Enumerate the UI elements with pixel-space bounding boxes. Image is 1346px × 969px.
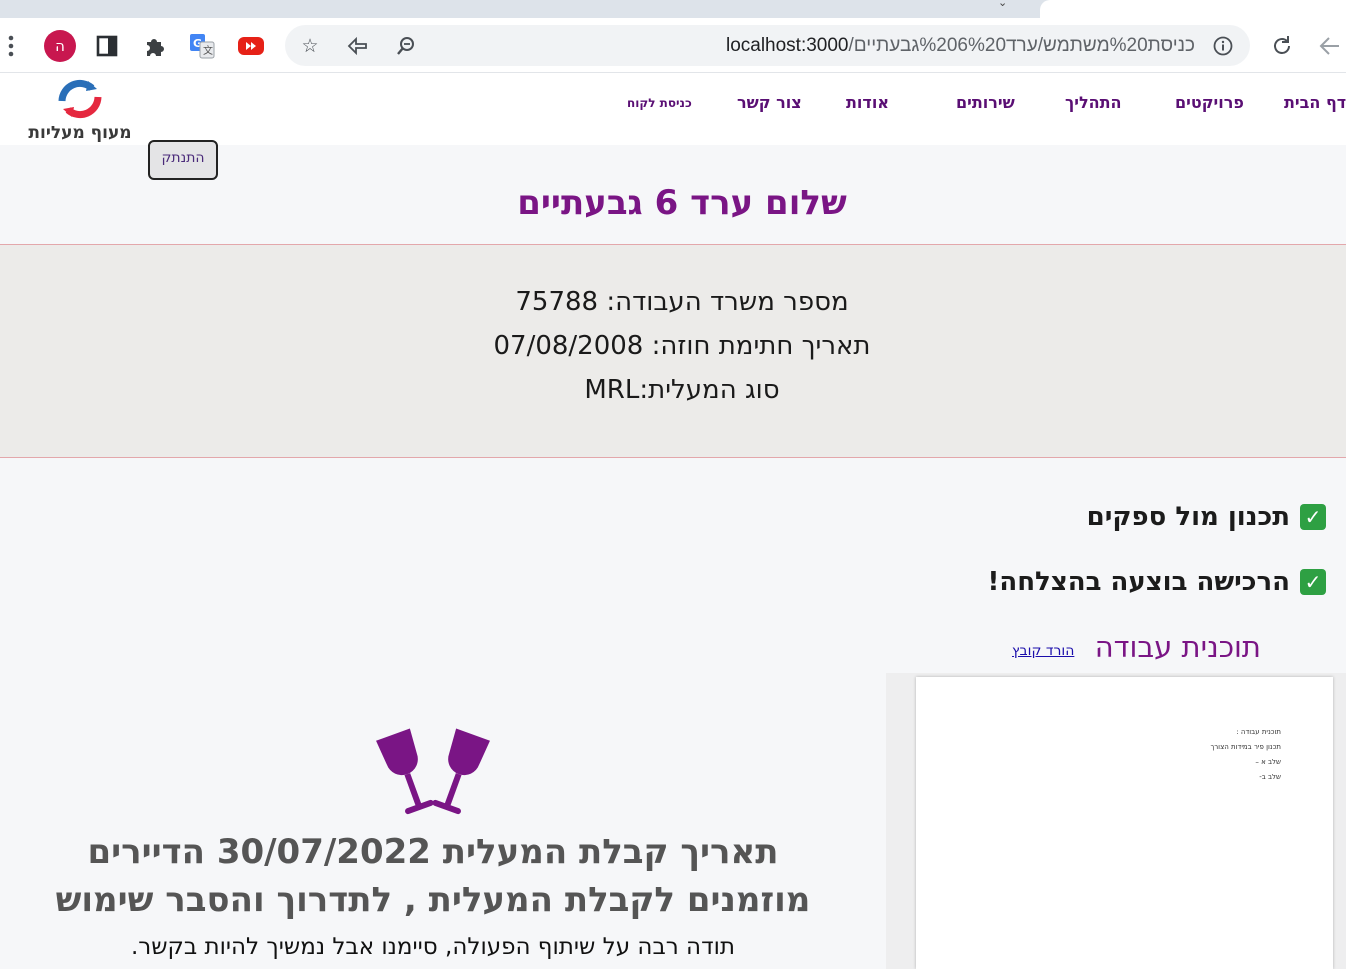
- tab-dropdown-icon[interactable]: ⌄: [998, 0, 1007, 9]
- logo-text: מעוף מעליות: [28, 123, 132, 143]
- checklist-item-label: תכנון מול ספקים: [1086, 502, 1290, 532]
- acceptance-date-line: תאריך קבלת המעלית 30/07/2022 הדיירים: [87, 832, 779, 872]
- thanks-message: תודה רבה על שיתוף הפעולה, סיימנו אבל נמש…: [130, 934, 736, 960]
- back-arrow-icon[interactable]: [1316, 32, 1344, 60]
- project-info-band: מספר משרד העבודה: 75788 תאריך חתימת חוזה…: [0, 244, 1346, 458]
- checklist-item: ✓ הרכישה בוצעה בהצלחה!: [987, 565, 1326, 599]
- nav-about[interactable]: אודות: [846, 93, 889, 112]
- document-line: תוכנית עבודה :: [1236, 728, 1281, 736]
- extensions-icon[interactable]: [141, 32, 169, 60]
- logout-button[interactable]: התנתק: [148, 140, 218, 180]
- nav-projects[interactable]: פרויקטים: [1175, 93, 1244, 112]
- browser-toolbar: ה G文 ☆ localhost:3000/כניסת%20משתמש/ערד%…: [0, 18, 1346, 73]
- cheers-wine-glasses-icon: [376, 728, 490, 815]
- address-bar[interactable]: ☆ localhost:3000/כניסת%20משתמש/ערד%206%2…: [285, 25, 1250, 66]
- nav-customer-login[interactable]: כניסת לקוח: [627, 96, 692, 110]
- checklist-item: ✓ תכנון מול ספקים: [1087, 500, 1326, 534]
- checkmark-icon: ✓: [1300, 569, 1326, 595]
- document-line: שלב ב-: [1259, 773, 1281, 781]
- checkmark-icon: ✓: [1300, 504, 1326, 530]
- document-page: תוכנית עבודה : תכנון פיר במידות הצורך של…: [916, 677, 1333, 969]
- url-text[interactable]: localhost:3000/כניסת%20משתמש/ערד%206%20ג…: [726, 35, 1195, 57]
- acceptance-invite-line: מוזמנים לקבלת המעלית , לתדרוך והסבר שימו…: [55, 880, 811, 920]
- document-line: תכנון פיר במידות הצורך: [1210, 743, 1281, 751]
- profile-avatar[interactable]: ה: [44, 30, 76, 62]
- bookmark-star-icon[interactable]: ☆: [296, 32, 324, 60]
- browser-tab-strip: ⌄: [0, 0, 1346, 18]
- nav-services[interactable]: שירותים: [956, 93, 1015, 112]
- url-host: localhost:3000: [725, 35, 849, 56]
- nav-contact[interactable]: צור קשר: [737, 93, 802, 112]
- document-line: שלב א –: [1255, 758, 1281, 766]
- site-logo[interactable]: מעוף מעליות: [18, 77, 142, 143]
- google-translate-icon[interactable]: G文: [188, 32, 216, 60]
- svg-text:文: 文: [203, 44, 213, 57]
- url-path: /כניסת%20משתמש/ערד%206%20גבעתיים: [848, 35, 1195, 56]
- greeting-title: שלום ערד 6 גבעתיים: [517, 183, 847, 223]
- nav-home[interactable]: דף הבית: [1284, 93, 1346, 112]
- reload-icon[interactable]: [1268, 32, 1296, 60]
- nav-process[interactable]: התהליך: [1065, 93, 1122, 112]
- contract-date: תאריך חתימת חוזה: 07/08/2008: [493, 331, 871, 361]
- menu-kebab-icon[interactable]: [0, 32, 25, 60]
- elevator-logo-icon: [58, 79, 102, 119]
- zoom-icon[interactable]: [392, 32, 420, 60]
- download-file-link[interactable]: הורד קובץ: [1012, 643, 1074, 659]
- side-panel-icon[interactable]: [93, 32, 121, 60]
- active-browser-tab[interactable]: [1040, 0, 1346, 18]
- site-header: מעוף מעליות כניסת לקוח צור קשר אודות שיר…: [0, 73, 1346, 145]
- labor-office-number: מספר משרד העבודה: 75788: [515, 287, 849, 317]
- site-info-icon[interactable]: [1209, 32, 1237, 60]
- workplan-title: תוכנית עבודה: [1094, 630, 1261, 664]
- elevator-type: סוג המעלית:MRL: [584, 375, 780, 405]
- youtube-extension-icon[interactable]: [237, 32, 265, 60]
- checklist-item-label: הרכישה בוצעה בהצלחה!: [987, 567, 1290, 597]
- share-icon[interactable]: [344, 32, 372, 60]
